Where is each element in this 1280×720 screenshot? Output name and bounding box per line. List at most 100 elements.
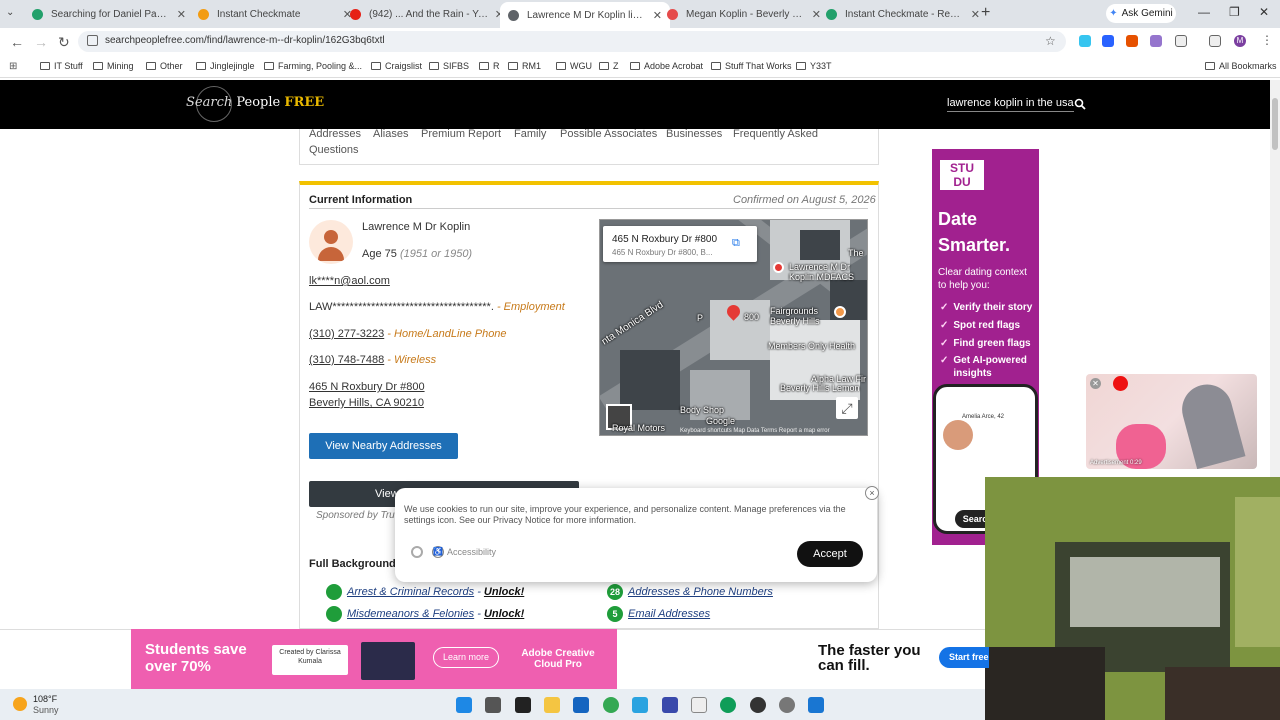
section-nav-link[interactable]: Frequently Asked	[733, 128, 818, 140]
tab-search-icon[interactable]: ⌄	[6, 7, 14, 18]
extension-1-icon[interactable]	[1079, 35, 1091, 47]
header-search-input[interactable]: lawrence koplin in the usa	[947, 97, 1074, 112]
bookmark-item[interactable]: SIFBS	[429, 61, 469, 71]
bookmark-item[interactable]: Jinglejingle	[196, 61, 255, 71]
reading-list-icon[interactable]	[1209, 35, 1221, 47]
minimize-icon[interactable]: —	[1198, 5, 1210, 19]
accessibility-button[interactable]: ♿ Accessibility	[432, 546, 496, 558]
cookie-settings-gear-icon[interactable]	[411, 546, 423, 558]
video-close-icon[interactable]: ✕	[1090, 378, 1101, 389]
tab-favicon-icon	[198, 8, 209, 20]
forward-icon[interactable]: →	[34, 34, 48, 50]
report-item-locked[interactable]: Misdemeanors & Felonies - Unlock!	[326, 606, 524, 622]
map-label: Fairgrounds Beverly Hills	[770, 306, 820, 326]
section-nav-link[interactable]: Premium Report	[421, 128, 501, 140]
bookmark-item[interactable]: RM1	[508, 61, 541, 71]
bookmark-item[interactable]: Farming, Pooling &...	[264, 61, 362, 71]
close-window-icon[interactable]: ✕	[1259, 5, 1269, 19]
map-place-marker-icon[interactable]	[773, 262, 784, 273]
back-icon[interactable]: ←	[10, 34, 24, 50]
notepad-icon[interactable]	[808, 697, 824, 713]
chrome-profile-icon[interactable]	[720, 697, 736, 713]
bookmark-item[interactable]: Other	[146, 61, 183, 71]
bookmark-item[interactable]: Craigslist	[371, 61, 422, 71]
section-nav-link[interactable]: Family	[514, 128, 546, 140]
bookmark-item[interactable]: R	[479, 61, 500, 71]
extension-2-icon[interactable]	[1102, 35, 1114, 47]
phone-link-1[interactable]: (310) 277-3223	[309, 328, 384, 340]
bookmark-item[interactable]: WGU	[556, 61, 592, 71]
map-label: Beverly Hills Lemon	[780, 383, 860, 393]
browser-tab[interactable]: Searching for Daniel Panzer in ✕	[24, 3, 194, 25]
browser-tab[interactable]: (942) ... And the Rain - YouTube✕	[342, 3, 512, 25]
file-explorer-icon[interactable]	[544, 697, 560, 713]
learn-more-button[interactable]: Learn more	[433, 647, 499, 668]
video-ad-player[interactable]	[1086, 374, 1257, 469]
vpn-icon[interactable]	[662, 697, 678, 713]
accept-cookies-button[interactable]: Accept	[797, 541, 863, 567]
apps-grid-icon[interactable]: ⊞	[9, 61, 17, 72]
task-view-icon[interactable]	[485, 697, 501, 713]
report-item-count[interactable]: 5 Email Addresses	[607, 606, 710, 622]
map-place-marker-icon[interactable]	[834, 306, 846, 318]
browser-tab[interactable]: Instant Checkmate - Report ✕	[818, 3, 988, 25]
fullscreen-icon[interactable]: ⤢	[836, 397, 858, 419]
section-nav-link[interactable]: Addresses	[309, 128, 361, 140]
tab-close-icon[interactable]: ✕	[177, 8, 186, 21]
telegram-icon[interactable]	[632, 697, 648, 713]
profile-avatar[interactable]: M	[1234, 35, 1246, 47]
section-nav-link[interactable]: Businesses	[666, 128, 722, 140]
tab-close-icon[interactable]: ✕	[971, 8, 980, 21]
bookmark-item[interactable]: Y33T	[796, 61, 832, 71]
report-item-count[interactable]: 28 Addresses & Phone Numbers	[607, 584, 773, 600]
search-icon[interactable]	[1074, 98, 1086, 110]
site-info-icon[interactable]	[87, 35, 98, 46]
extension-3-icon[interactable]	[1126, 35, 1138, 47]
ad-logo: STU DU	[940, 160, 984, 190]
bookmark-item[interactable]: Z	[599, 61, 619, 71]
bookmark-item[interactable]: Stuff That Works	[711, 61, 792, 71]
bookmark-star-icon[interactable]: ☆	[1045, 34, 1056, 48]
bookmark-item[interactable]: IT Stuff	[40, 61, 83, 71]
obs-icon[interactable]	[750, 697, 766, 713]
all-bookmarks[interactable]: All Bookmarks	[1205, 61, 1277, 71]
unlock-link[interactable]: Unlock!	[484, 586, 524, 598]
view-nearby-addresses-button[interactable]: View Nearby Addresses	[309, 433, 458, 459]
bookmark-item[interactable]: Mining	[93, 61, 134, 71]
terminal-icon[interactable]	[515, 697, 531, 713]
phone-link-2[interactable]: (310) 748-7488	[309, 354, 384, 366]
reload-icon[interactable]: ↻	[58, 34, 70, 51]
browser-tab[interactable]: Instant Checkmate ✕	[190, 3, 360, 25]
map-label: Members Only Health	[768, 341, 856, 351]
extensions-puzzle-icon[interactable]	[1175, 35, 1187, 47]
address-link-line2[interactable]: Beverly Hills, CA 90210	[309, 397, 424, 409]
maximize-icon[interactable]: ❐	[1229, 5, 1240, 19]
scroll-thumb[interactable]	[1272, 98, 1278, 150]
start-menu-icon[interactable]	[456, 697, 472, 713]
chrome-icon[interactable]	[603, 697, 619, 713]
unlock-link[interactable]: Unlock!	[484, 608, 524, 620]
browser-tab[interactable]: Lawrence M Dr Koplin living in✕	[500, 2, 670, 28]
settings-gear-icon[interactable]	[779, 697, 795, 713]
site-logo[interactable]: Search People FREE	[186, 95, 324, 110]
browser-menu-icon[interactable]: ⋮	[1261, 33, 1273, 47]
section-nav-link[interactable]: Possible Associates	[560, 128, 657, 140]
cookie-close-button[interactable]: ×	[865, 486, 879, 500]
section-nav-link[interactable]: Questions	[309, 144, 359, 156]
bookmark-item[interactable]: Adobe Acrobat	[630, 61, 703, 71]
weather-sun-icon[interactable]	[13, 697, 27, 711]
new-tab-button[interactable]: +	[981, 4, 990, 22]
store-icon[interactable]	[573, 697, 589, 713]
address-bar[interactable]: searchpeoplefree.com/find/lawrence-m--dr…	[78, 31, 1066, 52]
map-footer[interactable]: Keyboard shortcuts Map Data Terms Report…	[680, 428, 830, 434]
ask-gemini-button[interactable]: ✦ Ask Gemini	[1106, 4, 1176, 23]
extension-4-icon[interactable]	[1150, 35, 1162, 47]
start-free-button[interactable]: Start free	[939, 647, 989, 668]
app-icon[interactable]	[691, 697, 707, 713]
section-nav-link[interactable]: Aliases	[373, 128, 408, 140]
open-external-icon[interactable]: ⧉	[732, 237, 740, 250]
browser-tab[interactable]: Megan Koplin - Beverly Hills, CA✕	[659, 3, 829, 25]
report-item-locked[interactable]: Arrest & Criminal Records - Unlock!	[326, 584, 524, 600]
email-link[interactable]: lk****n@aol.com	[309, 275, 390, 287]
address-link-line1[interactable]: 465 N Roxbury Dr #800	[309, 381, 425, 393]
